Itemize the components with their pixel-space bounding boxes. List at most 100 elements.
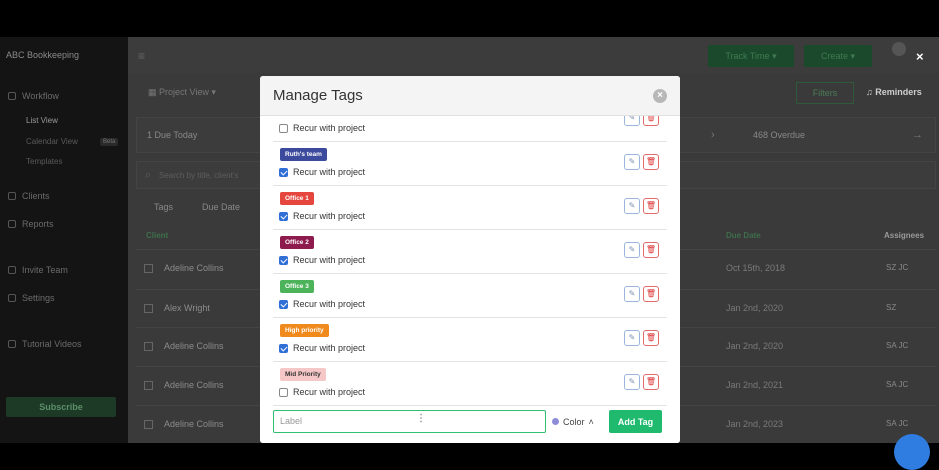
filter-chip-due-date[interactable]: Due Date	[202, 202, 240, 212]
color-select[interactable]: Color ˄	[550, 410, 607, 433]
trash-icon[interactable]: 🗑	[643, 242, 659, 258]
video-icon	[8, 340, 16, 348]
recur-checkbox[interactable]	[279, 211, 288, 221]
clients-icon	[8, 192, 16, 200]
reminders-button[interactable]: ♫ Reminders	[866, 87, 922, 97]
chevron-up-icon: ˄	[588, 416, 594, 427]
beta-badge: Beta	[100, 138, 119, 146]
project-view-dropdown[interactable]: ▦ Project View ▾	[148, 87, 216, 98]
edit-icon[interactable]: ✎	[624, 116, 640, 126]
sidebar-item-label: Tutorial Videos	[22, 339, 82, 349]
sidebar-item-list-view[interactable]: List View	[26, 116, 58, 125]
add-tag-button[interactable]: Add Tag	[609, 410, 662, 433]
avatar[interactable]	[892, 42, 906, 56]
sidebar: ABC Bookkeeping Workflow List View Calen…	[0, 37, 128, 443]
modal-header: Manage Tags ×	[260, 76, 680, 116]
workflow-icon	[8, 92, 16, 100]
tag-list: Recur with project ✎ 🗑 Ruth's team Recur…	[260, 116, 680, 408]
row-checkbox[interactable]	[144, 342, 153, 351]
recur-checkbox[interactable]	[279, 387, 288, 397]
trash-icon[interactable]: 🗑	[643, 154, 659, 170]
row-client: Adeline Collins	[164, 263, 224, 273]
filters-button[interactable]: Filters	[796, 82, 854, 104]
row-client: Adeline Collins	[164, 419, 224, 429]
edit-icon[interactable]: ✎	[624, 286, 640, 302]
edit-icon[interactable]: ✎	[624, 374, 640, 390]
top-header: ≡ Track Time ▾ Create ▾ ×	[128, 37, 939, 73]
filter-chip-tags[interactable]: Tags	[154, 202, 173, 212]
edit-icon[interactable]: ✎	[624, 198, 640, 214]
sidebar-item-reports[interactable]: Reports	[8, 219, 54, 229]
column-due-date[interactable]: Due Date	[726, 231, 761, 240]
reminders-label: Reminders	[875, 87, 922, 97]
tag-badge: Ruth's team	[280, 148, 327, 161]
sidebar-item-calendar-view[interactable]: Calendar View	[26, 137, 78, 146]
recur-option[interactable]: Recur with project	[279, 255, 365, 265]
tag-row: Office 1 Recur with project ✎ 🗑	[273, 186, 667, 230]
menu-icon[interactable]: ≡	[138, 49, 145, 63]
row-client: Adeline Collins	[164, 380, 224, 390]
label-input[interactable]: Label	[273, 410, 546, 433]
tag-row: Office 2 Recur with project ✎ 🗑	[273, 230, 667, 274]
recur-option[interactable]: Recur with project	[279, 343, 365, 353]
trash-icon[interactable]: 🗑	[643, 330, 659, 346]
column-client[interactable]: Client	[146, 231, 168, 240]
reports-icon	[8, 220, 16, 228]
color-label: Color	[563, 416, 585, 427]
more-vertical-icon[interactable]: ⋮	[416, 413, 426, 424]
project-view-label: Project View	[159, 87, 209, 97]
add-tag-form: Label ⋮ Color ˄ Add Tag	[260, 408, 680, 443]
trash-icon[interactable]: 🗑	[643, 286, 659, 302]
row-checkbox[interactable]	[144, 381, 153, 390]
recur-option[interactable]: Recur with project	[279, 211, 365, 221]
close-icon[interactable]: ×	[653, 89, 667, 103]
track-time-label: Track Time	[725, 51, 770, 61]
subscribe-button[interactable]: Subscribe	[6, 397, 116, 417]
recur-label: Recur with project	[293, 123, 366, 133]
trash-icon[interactable]: 🗑	[643, 198, 659, 214]
recur-checkbox[interactable]	[279, 299, 288, 309]
recur-option[interactable]: Recur with project	[279, 167, 365, 177]
chat-launcher-button[interactable]	[894, 434, 930, 470]
sidebar-item-workflow[interactable]: Workflow	[8, 91, 59, 101]
sidebar-item-invite-team[interactable]: Invite Team	[8, 265, 68, 275]
recur-label: Recur with project	[293, 343, 366, 353]
search-icon: ⌕	[145, 169, 152, 181]
sidebar-item-templates[interactable]: Templates	[26, 157, 62, 166]
sidebar-item-label: Workflow	[22, 91, 59, 101]
edit-icon[interactable]: ✎	[624, 242, 640, 258]
sidebar-item-label: Reports	[22, 219, 54, 229]
sidebar-item-label: Invite Team	[22, 265, 68, 275]
row-checkbox[interactable]	[144, 304, 153, 313]
grid-icon: ▦	[148, 87, 157, 97]
recur-checkbox[interactable]	[279, 255, 288, 265]
edit-icon[interactable]: ✎	[624, 154, 640, 170]
sidebar-item-tutorial-videos[interactable]: Tutorial Videos	[8, 339, 82, 349]
settings-icon	[8, 294, 16, 302]
recur-checkbox[interactable]	[279, 343, 288, 353]
tag-badge: Office 2	[280, 236, 314, 249]
recur-option[interactable]: Recur with project	[279, 123, 365, 133]
overdue-count[interactable]: 468 Overdue	[753, 130, 805, 140]
due-today[interactable]: 1 Due Today	[147, 130, 197, 140]
track-time-button[interactable]: Track Time ▾	[708, 45, 794, 67]
close-icon[interactable]: ×	[916, 49, 924, 64]
create-button[interactable]: Create ▾	[804, 45, 872, 67]
row-assignees: SA JC	[886, 380, 909, 389]
row-checkbox[interactable]	[144, 420, 153, 429]
recur-checkbox[interactable]	[279, 123, 288, 133]
recur-checkbox[interactable]	[279, 167, 288, 177]
modal-title: Manage Tags	[273, 87, 363, 104]
sidebar-item-clients[interactable]: Clients	[8, 191, 50, 201]
row-checkbox[interactable]	[144, 264, 153, 273]
edit-icon[interactable]: ✎	[624, 330, 640, 346]
sidebar-item-settings[interactable]: Settings	[8, 293, 55, 303]
sidebar-item-label: Clients	[22, 191, 50, 201]
trash-icon[interactable]: 🗑	[643, 116, 659, 126]
recur-option[interactable]: Recur with project	[279, 387, 365, 397]
color-swatch	[552, 418, 559, 425]
trash-icon[interactable]: 🗑	[643, 374, 659, 390]
recur-label: Recur with project	[293, 387, 366, 397]
recur-option[interactable]: Recur with project	[279, 299, 365, 309]
row-due: Jan 2nd, 2023	[726, 419, 784, 429]
